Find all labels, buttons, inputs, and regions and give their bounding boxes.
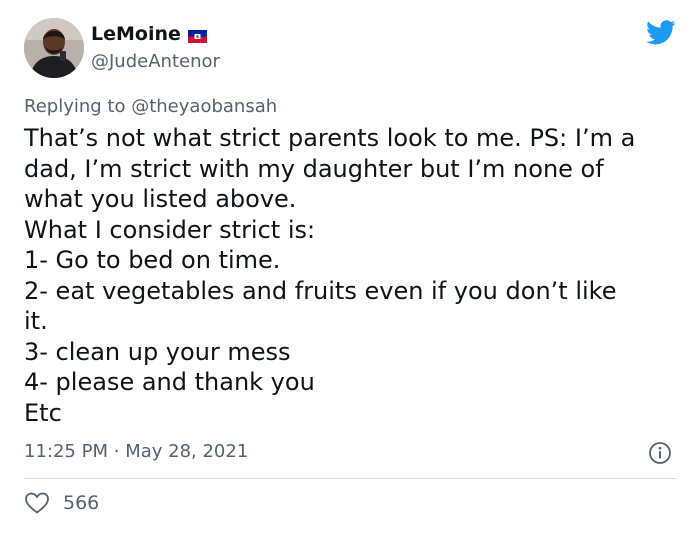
heart-icon[interactable] [24,491,50,515]
tweet-text-line: 2- eat vegetables and fruits even if you… [24,276,617,305]
tweet-text-line: dad, I’m strict with my daughter but I’m… [24,154,604,183]
tweet-text-line: 3- clean up your mess [24,337,291,366]
haiti-flag-icon [187,28,207,43]
author-display-name[interactable]: LeMoine [91,23,181,45]
replying-to-line: Replying to @theyaobansah [24,96,277,117]
author-name-row: LeMoine [91,23,207,45]
tweet-time[interactable]: 11:25 PM [24,441,108,462]
avatar-photo [24,18,84,78]
tweet-text-line: 1- Go to bed on time. [24,246,281,274]
tweet-text-line: what you listed above. [24,185,297,213]
avatar[interactable] [24,18,84,78]
tweet-text-line: 4- please and thank you [24,368,315,396]
author-handle[interactable]: @JudeAntenor [91,51,220,72]
replying-to-handle-link[interactable]: @theyaobansah [131,96,277,117]
twitter-bird-icon[interactable] [646,20,676,45]
tweet-text-line: it. [24,307,48,335]
replying-to-prefix: Replying to [24,96,126,117]
tweet-text-line: What I consider strict is: [24,215,316,244]
tweet-timestamp: 11:25 PM · May 28, 2021 [24,441,248,462]
tweet-header: LeMoine @JudeAntenor [24,18,680,80]
info-icon[interactable] [648,441,672,465]
like-count: 566 [63,492,100,514]
tweet-text-line: That’s not what strict parents look to m… [24,124,636,152]
tweet-date[interactable]: May 28, 2021 [125,441,248,462]
like-button[interactable]: 566 [24,491,99,515]
divider [24,478,676,479]
timestamp-separator: · [113,441,120,462]
tweet-text-line: Etc [24,398,62,427]
tweet-body: That’s not what strict parents look to m… [24,123,684,428]
